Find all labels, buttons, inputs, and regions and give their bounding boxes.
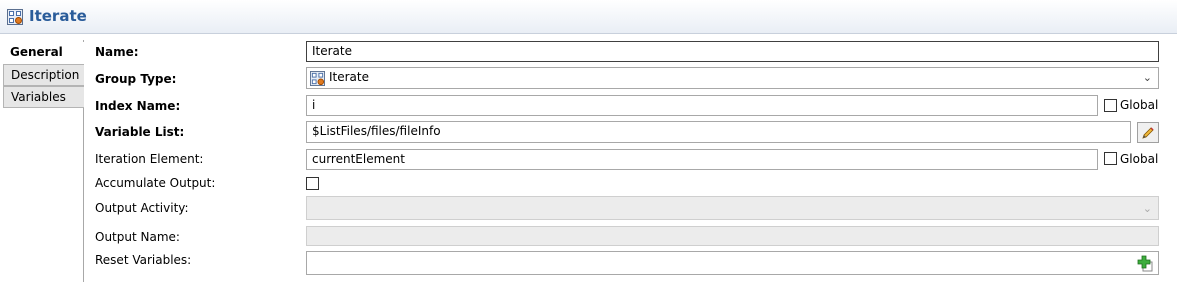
index-name-label: Index Name: [95,99,181,113]
index-name-global-label: Global [1120,98,1159,112]
iteration-element-global-checkbox[interactable] [1104,152,1117,165]
accumulate-output-label: Accumulate Output: [95,176,216,190]
index-name-global-checkbox[interactable] [1104,99,1117,112]
name-input[interactable]: Iterate [306,41,1159,62]
tab-list: General Description Variables [0,40,85,282]
output-name-label: Output Name: [95,230,180,244]
reset-variables-label: Reset Variables: [95,253,192,267]
edit-xpath-button[interactable] [1137,122,1159,143]
output-activity-label: Output Activity: [95,201,189,215]
group-iterate-icon [7,9,23,25]
variable-list-label: Variable List: [95,125,185,139]
pencil-icon [1142,127,1154,139]
tab-description[interactable]: Description [3,64,84,86]
name-label: Name: [95,45,139,59]
variable-list-input[interactable]: $ListFiles/files/fileInfo [306,121,1131,143]
chevron-down-icon[interactable]: ⌄ [1143,68,1152,87]
iteration-element-input[interactable]: currentElement [306,149,1098,170]
chevron-down-icon: ⌄ [1142,202,1152,215]
tab-variables[interactable]: Variables [3,86,84,108]
group-iterate-icon [310,71,325,86]
group-type-select[interactable]: Iterate ⌄ [306,67,1159,89]
editor-header: Iterate [0,0,1177,34]
iteration-element-global-label: Global [1120,152,1159,166]
reset-variables-list[interactable] [306,251,1159,275]
group-type-value: Iterate [329,70,370,84]
output-name-input [306,226,1159,246]
tab-general[interactable]: General [3,42,85,64]
group-type-label: Group Type: [95,72,177,86]
page-title: Iterate [29,7,87,25]
accumulate-output-checkbox[interactable] [306,177,319,190]
add-variable-icon[interactable] [1137,255,1154,272]
output-activity-select: ⌄ [306,196,1159,220]
index-name-input[interactable]: i [306,95,1098,116]
iteration-element-label: Iteration Element: [95,152,204,166]
